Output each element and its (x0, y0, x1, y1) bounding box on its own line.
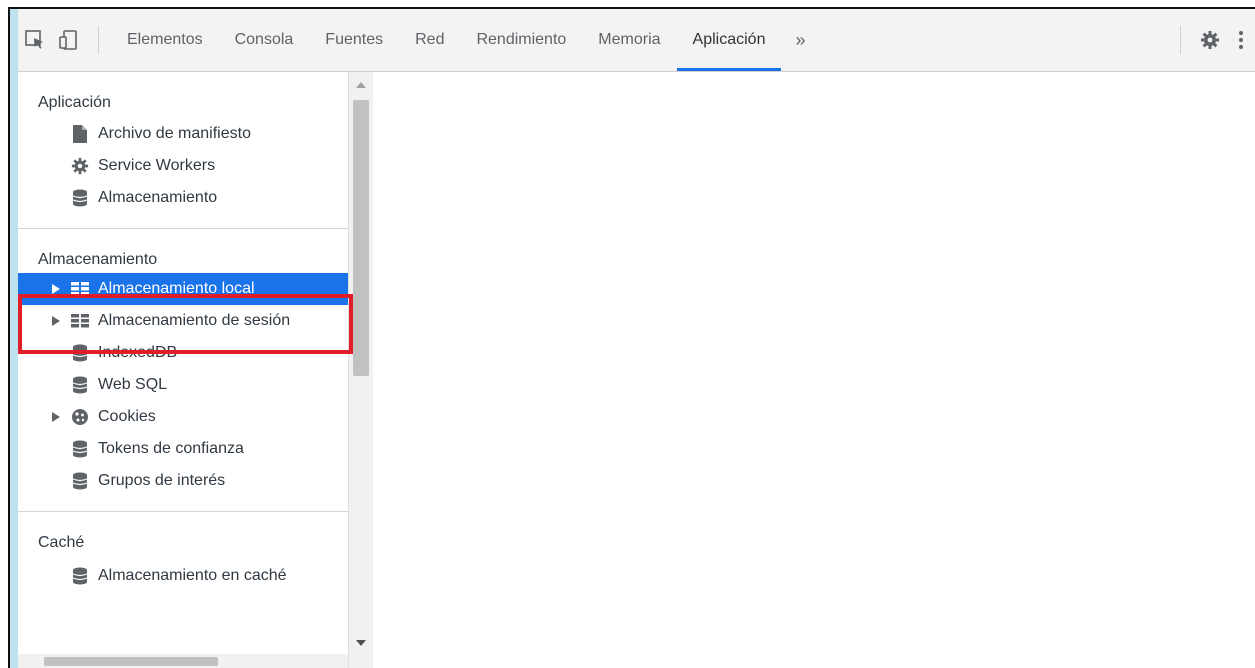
database-icon (70, 375, 90, 395)
sidebar-item-cache-storage[interactable]: Almacenamiento en caché (18, 560, 348, 592)
sidebar-horizontal-scrollbar[interactable] (18, 654, 348, 668)
sidebar-item-service-workers[interactable]: Service Workers (18, 150, 348, 182)
tab-elementos[interactable]: Elementos (111, 9, 219, 71)
tab-aplicacion[interactable]: Aplicación (676, 9, 782, 71)
more-tabs-button[interactable]: » (781, 9, 819, 71)
tab-memoria[interactable]: Memoria (582, 9, 676, 71)
database-icon (70, 188, 90, 208)
sidebar-item-label: Grupos de interés (98, 472, 226, 489)
application-sidebar: Aplicación Archivo de manifiesto Service… (18, 72, 349, 668)
scrollbar-thumb[interactable] (353, 100, 369, 376)
main-panel (373, 72, 1255, 668)
inspect-element-icon[interactable] (18, 20, 52, 60)
sidebar-item-label: Almacenamiento local (98, 280, 255, 297)
tab-rendimiento[interactable]: Rendimiento (460, 9, 582, 71)
sidebar-item-label: Cookies (98, 408, 156, 425)
sidebar-item-trust-tokens[interactable]: Tokens de confianza (18, 433, 348, 465)
file-icon (70, 124, 90, 144)
grid-icon (70, 311, 90, 331)
expand-triangle-icon[interactable] (52, 284, 66, 294)
tab-consola[interactable]: Consola (219, 9, 310, 71)
sidebar-item-label: IndexedDB (98, 344, 178, 361)
sidebar-item-label: Almacenamiento en caché (98, 567, 287, 584)
grid-icon (70, 279, 90, 299)
devtools-window: Elementos Consola Fuentes Red Rendimient… (8, 7, 1255, 668)
expand-triangle-icon[interactable] (52, 316, 66, 326)
section-title-almacenamiento: Almacenamiento (38, 251, 158, 268)
tab-fuentes[interactable]: Fuentes (309, 9, 399, 71)
tab-red[interactable]: Red (399, 9, 460, 71)
sidebar-item-label: Web SQL (98, 376, 168, 393)
database-icon (70, 471, 90, 491)
sidebar-item-label: Service Workers (98, 157, 216, 174)
gear-icon[interactable] (1193, 20, 1227, 60)
sidebar-item-label: Archivo de manifiesto (98, 125, 251, 142)
section-title-aplicacion: Aplicación (38, 94, 111, 111)
toolbar-separator (98, 26, 99, 54)
expand-triangle-icon[interactable] (52, 412, 66, 422)
scroll-up-arrow-icon[interactable] (356, 82, 366, 88)
left-accent-strip (10, 9, 18, 668)
database-icon (70, 343, 90, 363)
sidebar-item-interest-groups[interactable]: Grupos de interés (18, 465, 348, 497)
sidebar-item-manifest[interactable]: Archivo de manifiesto (18, 118, 348, 150)
gear-icon (70, 156, 90, 176)
sidebar-vertical-scrollbar[interactable] (348, 72, 373, 668)
database-icon (70, 566, 90, 586)
database-icon (70, 439, 90, 459)
sidebar-item-indexeddb[interactable]: IndexedDB (18, 337, 348, 369)
sidebar-item-web-sql[interactable]: Web SQL (18, 369, 348, 401)
toolbar-separator-right (1180, 26, 1181, 54)
device-toggle-icon[interactable] (52, 20, 86, 60)
cookie-icon (70, 407, 90, 427)
sidebar-item-almacenamiento-app[interactable]: Almacenamiento (18, 182, 348, 214)
sidebar-item-label: Tokens de confianza (98, 440, 244, 457)
horizontal-scrollbar-thumb[interactable] (44, 657, 218, 666)
section-title-cache: Caché (38, 534, 85, 551)
scroll-down-arrow-icon[interactable] (356, 640, 366, 646)
sidebar-item-label: Almacenamiento (98, 189, 218, 206)
kebab-menu-icon[interactable] (1227, 31, 1255, 49)
sidebar-item-cookies[interactable]: Cookies (18, 401, 348, 433)
sidebar-item-session-storage[interactable]: Almacenamiento de sesión (18, 305, 348, 337)
sidebar-item-local-storage[interactable]: Almacenamiento local (18, 273, 348, 305)
devtools-toolbar: Elementos Consola Fuentes Red Rendimient… (18, 9, 1255, 72)
sidebar-item-label: Almacenamiento de sesión (98, 312, 291, 329)
